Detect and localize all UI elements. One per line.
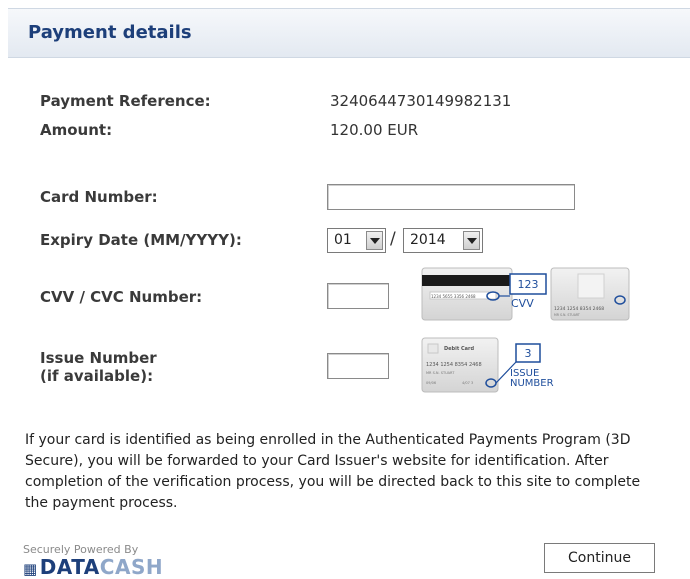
payment-reference-label: Payment Reference: bbox=[40, 92, 211, 110]
expiry-month-value: 01 bbox=[334, 232, 352, 248]
issue-caption-line2: NUMBER bbox=[510, 378, 554, 389]
issue-number-input[interactable] bbox=[327, 353, 389, 379]
datacash-grid-icon: ▦ bbox=[23, 560, 38, 578]
issue-number-label-line2: (if available): bbox=[40, 367, 154, 385]
cvv-illustration: 1234 5655 3356 2468 123 CVV 1234 1254 83… bbox=[421, 267, 630, 321]
expiry-year-value: 2014 bbox=[410, 232, 446, 248]
cvv-caption: CVV bbox=[511, 297, 534, 310]
front-card-name: MR S.N. STUART bbox=[554, 313, 580, 317]
cvv-input[interactable] bbox=[327, 283, 389, 309]
issue-code: 3 bbox=[525, 347, 532, 360]
debit-card-title: Debit Card bbox=[444, 346, 474, 352]
cvv-code: 123 bbox=[518, 278, 539, 291]
continue-button[interactable]: Continue bbox=[544, 543, 655, 573]
card-number-label: Card Number: bbox=[40, 188, 158, 206]
amount-label: Amount: bbox=[40, 121, 113, 139]
issue-number-illustration: Debit Card 1234 1254 8354 2468 MR S.N. S… bbox=[421, 337, 554, 393]
magnetic-stripe bbox=[422, 275, 512, 286]
payment-details-header: Payment details bbox=[8, 8, 690, 58]
issue-number-label: Issue Number (if available): bbox=[40, 349, 157, 385]
amount-value: 120.00 EUR bbox=[330, 121, 419, 139]
expiry-month-select[interactable]: 01 bbox=[327, 228, 386, 253]
debit-card-name: MR S.N. STUART bbox=[426, 371, 455, 375]
front-card-digits: 1234 1254 8354 2468 bbox=[554, 306, 604, 312]
debit-card-digits: 1234 1254 8354 2468 bbox=[426, 362, 482, 368]
3d-secure-note: If your card is identified as being enro… bbox=[25, 432, 641, 511]
back-card-digits: 1234 5655 3356 2468 bbox=[431, 294, 476, 299]
card-front-logo bbox=[577, 273, 605, 299]
debit-card-date: 09/06 bbox=[426, 381, 436, 385]
issue-number-label-line1: Issue Number bbox=[40, 349, 157, 367]
expiry-year-select[interactable]: 2014 bbox=[403, 228, 483, 253]
chevron-down-icon[interactable] bbox=[463, 231, 480, 250]
debit-card-issue: 4/07 3 bbox=[462, 381, 473, 385]
chevron-down-icon[interactable] bbox=[366, 231, 383, 250]
card-number-input[interactable] bbox=[327, 184, 575, 210]
expiry-date-label: Expiry Date (MM/YYYY): bbox=[40, 231, 242, 249]
payment-reference-value: 3240644730149982131 bbox=[330, 92, 512, 110]
datacash-logo: ▦ DATACASH bbox=[23, 555, 163, 579]
cvv-label: CVV / CVC Number: bbox=[40, 288, 203, 306]
expiry-separator: / bbox=[390, 229, 396, 249]
page-title: Payment details bbox=[28, 22, 192, 43]
card-chip bbox=[427, 343, 439, 354]
brand-strong: DATA bbox=[39, 555, 100, 579]
brand-light: CASH bbox=[99, 555, 164, 579]
